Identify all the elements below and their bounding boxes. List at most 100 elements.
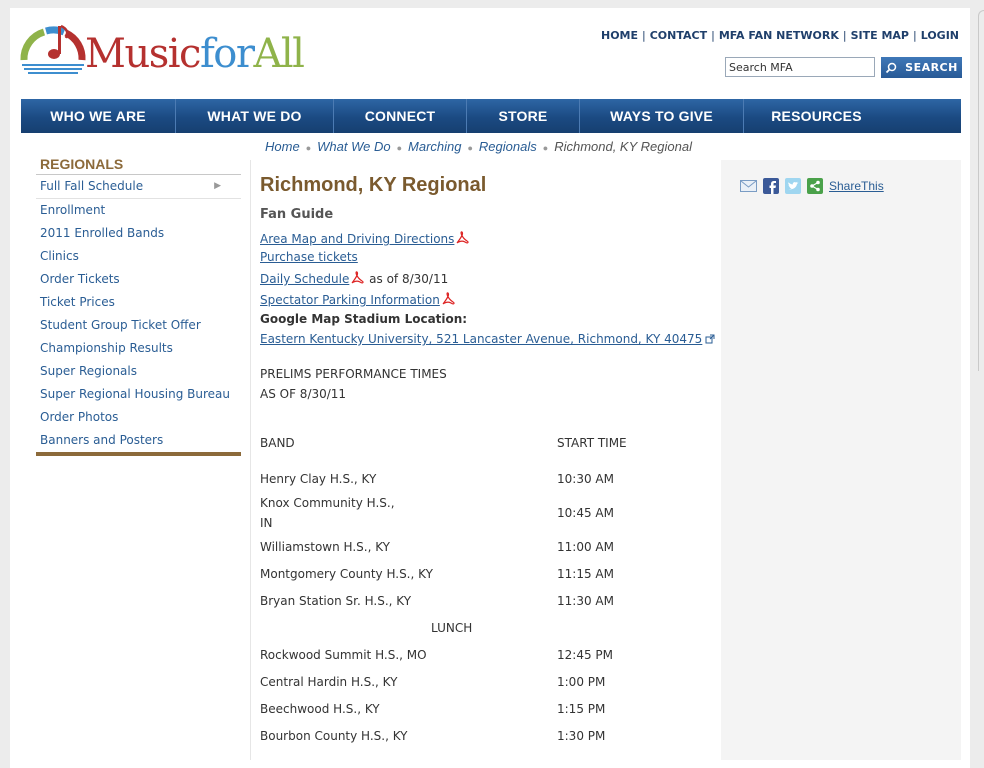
pdf-icon <box>442 292 455 305</box>
table-row-band: Bryan Station Sr. H.S., KY <box>260 594 412 608</box>
daily-schedule-link[interactable]: Daily Schedule <box>260 272 349 286</box>
sharethis-link[interactable]: ShareThis <box>829 179 884 193</box>
table-row-band: Central Hardin H.S., KY <box>260 675 398 689</box>
nav-resources[interactable]: RESOURCES <box>744 99 889 133</box>
divider: | <box>711 29 715 42</box>
breadcrumb: Home ● What We Do ● Marching ● Regionals ● Richm… <box>265 139 692 154</box>
breadcrumb-what-we-do[interactable]: What We Do <box>317 139 390 154</box>
table-row-band: Knox Community H.S., IN <box>260 496 395 530</box>
share-toolbar: ShareThis <box>740 178 884 194</box>
lunch-break-label: LUNCH <box>431 621 473 635</box>
table-row-time: 1:15 PM <box>557 702 606 716</box>
breadcrumb-home[interactable]: Home <box>265 139 300 154</box>
table-row-band: Bourbon County H.S., KY <box>260 729 408 743</box>
purchase-tickets-link[interactable]: Purchase tickets <box>260 250 358 264</box>
table-header-band: BAND <box>260 436 295 450</box>
breadcrumb-separator: ● <box>396 143 403 153</box>
google-map-label: Google Map Stadium Location: <box>260 312 468 326</box>
email-icon[interactable] <box>740 180 757 192</box>
breadcrumb-current: Richmond, KY Regional <box>554 139 692 154</box>
sidebar-item-championship-results[interactable]: Championship Results <box>36 337 241 360</box>
sidebar-divider <box>36 452 241 456</box>
main-nav: WHO WE ARE WHAT WE DO CONNECT STORE WAYS… <box>21 99 961 133</box>
nav-store[interactable]: STORE <box>467 99 580 133</box>
breadcrumb-separator: ● <box>467 143 473 153</box>
page-title: Richmond, KY Regional <box>260 174 487 196</box>
table-row-band: Rockwood Summit H.S., MO <box>260 648 427 662</box>
parking-info-link[interactable]: Spectator Parking Information <box>260 293 440 307</box>
sidebar-item-enrollment[interactable]: Enrollment <box>36 199 241 222</box>
right-panel <box>721 160 961 760</box>
table-row-time: 11:00 AM <box>557 540 614 554</box>
section-heading: Fan Guide <box>260 207 334 222</box>
breadcrumb-separator: ● <box>542 143 549 153</box>
table-row-time: 11:15 AM <box>557 567 614 581</box>
prelims-title: PRELIMS PERFORMANCE TIMES <box>260 367 447 381</box>
breadcrumb-regionals[interactable]: Regionals <box>479 139 537 154</box>
facebook-icon[interactable] <box>763 178 779 194</box>
prelims-as-of: AS OF 8/30/11 <box>260 387 347 401</box>
search-input[interactable]: Search MFA <box>725 57 875 77</box>
link-row-schedule: Daily Schedule as of 8/30/11 <box>260 270 448 286</box>
sidebar-item-full-fall-schedule[interactable]: Full Fall Schedule ▶ <box>36 174 241 199</box>
table-row-time: 1:30 PM <box>557 729 606 743</box>
divider: | <box>912 29 917 42</box>
toplink-home[interactable]: HOME <box>601 29 638 42</box>
logo-word-all: All <box>253 31 304 77</box>
expand-arrow-icon: ▶ <box>214 181 221 191</box>
address-row: Eastern Kentucky University, 521 Lancast… <box>260 332 715 346</box>
search-icon <box>886 62 897 73</box>
link-row-parking: Spectator Parking Information <box>260 291 456 307</box>
sidebar-item-order-tickets[interactable]: Order Tickets <box>36 268 241 291</box>
nav-connect[interactable]: CONNECT <box>334 99 467 133</box>
pdf-icon <box>456 231 470 244</box>
nav-what-we-do[interactable]: WHAT WE DO <box>176 99 334 133</box>
table-row-time: 11:30 AM <box>557 594 614 608</box>
area-map-link[interactable]: Area Map and Driving Directions <box>260 232 454 246</box>
logo-wordmark[interactable]: MusicforAll <box>85 31 305 77</box>
sidebar-item-super-regionals[interactable]: Super Regionals <box>36 360 241 383</box>
toplink-login[interactable]: LOGIN <box>921 29 959 42</box>
table-row-band: Williamstown H.S., KY <box>260 540 390 554</box>
sidebar-menu: Full Fall Schedule ▶ Enrollment 2011 Enr… <box>36 174 241 452</box>
sidebar-title: REGIONALS <box>40 156 124 172</box>
table-row-time: 1:00 PM <box>557 675 606 689</box>
sharethis-icon[interactable] <box>807 178 823 194</box>
utility-links: HOME | CONTACT | MFA FAN NETWORK | SITE MAP | LO… <box>601 29 959 42</box>
nav-who-we-are[interactable]: WHO WE ARE <box>21 99 176 133</box>
stadium-address-link[interactable]: Eastern Kentucky University, 521 Lancast… <box>260 332 702 346</box>
nav-ways-to-give[interactable]: WAYS TO GIVE <box>580 99 744 133</box>
divider: | <box>642 29 646 42</box>
logo-mark-icon <box>20 24 86 74</box>
table-row-band: Beechwood H.S., KY <box>260 702 380 716</box>
sidebar-item-banners-posters[interactable]: Banners and Posters <box>36 429 241 452</box>
schedule-date-note: as of 8/30/11 <box>369 272 449 286</box>
table-row-time: 10:45 AM <box>557 506 614 520</box>
toplink-site-map[interactable]: SITE MAP <box>851 29 909 42</box>
toplink-fan-network[interactable]: MFA FAN NETWORK <box>719 29 839 42</box>
toplink-contact[interactable]: CONTACT <box>650 29 707 42</box>
breadcrumb-separator: ● <box>305 143 312 153</box>
table-row-time: 12:45 PM <box>557 648 613 662</box>
divider: | <box>842 29 847 42</box>
table-row-band: Henry Clay H.S., KY <box>260 472 377 486</box>
sidebar-item-housing-bureau[interactable]: Super Regional Housing Bureau <box>36 383 241 406</box>
search-button-label: SEARCH <box>905 61 958 74</box>
sidebar-item-ticket-prices[interactable]: Ticket Prices <box>36 291 241 314</box>
window-edge <box>978 10 984 371</box>
pdf-icon <box>351 271 364 284</box>
sidebar-item-enrolled-bands[interactable]: 2011 Enrolled Bands <box>36 222 241 245</box>
sidebar-item-label: Full Fall Schedule <box>40 179 144 193</box>
search-button[interactable]: SEARCH <box>881 57 962 78</box>
sidebar-item-order-photos[interactable]: Order Photos <box>36 406 241 429</box>
logo-word-for: for <box>199 31 255 77</box>
sidebar-item-student-group-offer[interactable]: Student Group Ticket Offer <box>36 314 241 337</box>
breadcrumb-marching[interactable]: Marching <box>408 139 461 154</box>
link-row-purchase: Purchase tickets <box>260 250 358 264</box>
table-header-start-time: START TIME <box>557 436 627 450</box>
sidebar-item-clinics[interactable]: Clinics <box>36 245 241 268</box>
link-row-area-map: Area Map and Driving Directions <box>260 230 470 246</box>
twitter-icon[interactable] <box>785 178 801 194</box>
table-row-time: 10:30 AM <box>557 472 614 486</box>
external-link-icon <box>705 334 715 344</box>
